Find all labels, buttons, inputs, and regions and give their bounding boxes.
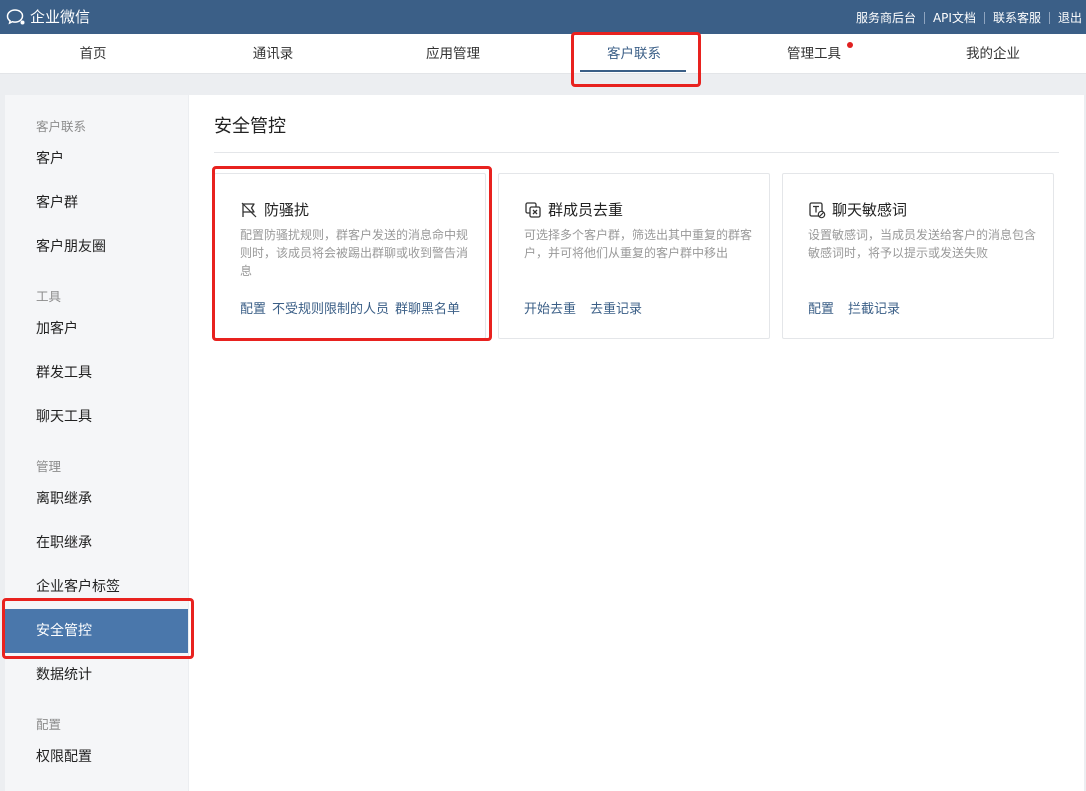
configure-link[interactable]: 配置 <box>808 298 834 317</box>
group-dedup-card: 群成员去重 可选择多个客户群，筛选出其中重复的群客户，并可将他们从重复的客户群中… <box>498 173 770 339</box>
card-header: 防骚扰 <box>240 199 309 220</box>
contact-support-link[interactable]: 联系客服 <box>993 9 1041 26</box>
intercept-records-link[interactable]: 拦截记录 <box>848 298 900 317</box>
api-docs-link[interactable]: API文档 <box>933 9 976 26</box>
nav-home[interactable]: 首页 <box>3 34 183 74</box>
nav-contacts[interactable]: 通讯录 <box>183 34 363 74</box>
exempt-members-link[interactable]: 不受规则限制的人员 <box>272 298 389 317</box>
title-divider <box>214 152 1059 153</box>
sidebar-item-customer-tags[interactable]: 企业客户标签 <box>5 565 188 609</box>
sidebar-item-onjob-inherit[interactable]: 在职继承 <box>5 521 188 565</box>
sidebar-item-permission[interactable]: 权限配置 <box>5 735 188 779</box>
sidebar: 客户联系 客户 客户群 客户朋友圈 工具 加客户 群发工具 聊天工具 管理 离职… <box>5 95 188 791</box>
card-title: 群成员去重 <box>548 201 624 219</box>
sidebar-item-resign-inherit[interactable]: 离职继承 <box>5 477 188 521</box>
sidebar-group-config: 配置 <box>36 717 62 732</box>
card-actions: 配置 拦截记录 <box>808 298 900 317</box>
top-bar: 企业微信 服务商后台 API文档 联系客服 退出 <box>0 0 1086 34</box>
card-title: 防骚扰 <box>264 201 310 219</box>
link-separator <box>1048 11 1050 24</box>
sensitive-words-icon <box>808 201 826 219</box>
configure-link[interactable]: 配置 <box>240 298 266 317</box>
service-provider-link[interactable]: 服务商后台 <box>856 9 916 26</box>
nav-app-management[interactable]: 应用管理 <box>363 34 543 74</box>
sensitive-words-card: 聊天敏感词 设置敏感词，当成员发送给客户的消息包含敏感词时，将予以提示或发送失败… <box>782 173 1054 339</box>
sidebar-item-customer[interactable]: 客户 <box>5 137 188 181</box>
notification-dot <box>847 42 853 48</box>
link-separator <box>983 11 985 24</box>
card-header: 聊天敏感词 <box>808 199 907 220</box>
top-links: 服务商后台 API文档 联系客服 退出 <box>856 9 1082 26</box>
logout-link[interactable]: 退出 <box>1058 9 1082 26</box>
dedup-icon <box>524 201 542 219</box>
flag-icon <box>240 201 258 219</box>
nav-management-tools[interactable]: 管理工具 <box>724 34 904 74</box>
card-actions: 配置 不受规则限制的人员 群聊黑名单 <box>240 298 460 317</box>
sidebar-item-add-customer[interactable]: 加客户 <box>5 307 188 351</box>
wecom-logo-icon <box>6 8 26 26</box>
sidebar-item-statistics[interactable]: 数据统计 <box>5 653 188 697</box>
sidebar-item-customer-group[interactable]: 客户群 <box>5 181 188 225</box>
sidebar-item-chat-tools[interactable]: 聊天工具 <box>5 395 188 439</box>
sidebar-item-mass-send[interactable]: 群发工具 <box>5 351 188 395</box>
group-blacklist-link[interactable]: 群聊黑名单 <box>395 298 460 317</box>
card-title: 聊天敏感词 <box>832 201 908 219</box>
start-dedup-link[interactable]: 开始去重 <box>524 298 576 317</box>
sidebar-item-security[interactable]: 安全管控 <box>5 609 188 653</box>
nav-management-tools-label: 管理工具 <box>787 46 841 62</box>
main-nav: 首页 通讯录 应用管理 客户联系 管理工具 我的企业 <box>0 34 1086 74</box>
nav-customer-contact-label: 客户联系 <box>607 46 661 62</box>
card-description: 可选择多个客户群，筛选出其中重复的群客户，并可将他们从重复的客户群中移出 <box>524 228 753 260</box>
app-logo[interactable]: 企业微信 <box>6 6 90 27</box>
card-actions: 开始去重 去重记录 <box>524 298 642 317</box>
card-header: 群成员去重 <box>524 199 623 220</box>
card-description: 配置防骚扰规则，群客户发送的消息命中规则时，该成员将会被踢出群聊或收到警告消息 <box>240 228 469 278</box>
sidebar-group-management: 管理 <box>36 459 62 474</box>
card-description: 设置敏感词，当成员发送给客户的消息包含敏感词时，将予以提示或发送失败 <box>808 228 1037 260</box>
nav-customer-contact[interactable]: 客户联系 <box>544 34 724 74</box>
active-tab-underline <box>580 70 686 72</box>
dedup-records-link[interactable]: 去重记录 <box>590 298 642 317</box>
sidebar-group-customer-contact: 客户联系 <box>36 119 87 134</box>
sidebar-item-moments[interactable]: 客户朋友圈 <box>5 225 188 269</box>
anti-harassment-card: 防骚扰 配置防骚扰规则，群客户发送的消息命中规则时，该成员将会被踢出群聊或收到警… <box>214 173 486 339</box>
page-title: 安全管控 <box>214 116 286 137</box>
nav-my-company[interactable]: 我的企业 <box>903 34 1083 74</box>
sidebar-group-tools: 工具 <box>36 289 62 304</box>
main-content: 安全管控 防骚扰 配置防骚扰规则，群客户发送的消息命中规则时，该成员将会被踢出群… <box>189 95 1084 791</box>
link-separator <box>923 11 925 24</box>
app-name: 企业微信 <box>30 8 91 26</box>
